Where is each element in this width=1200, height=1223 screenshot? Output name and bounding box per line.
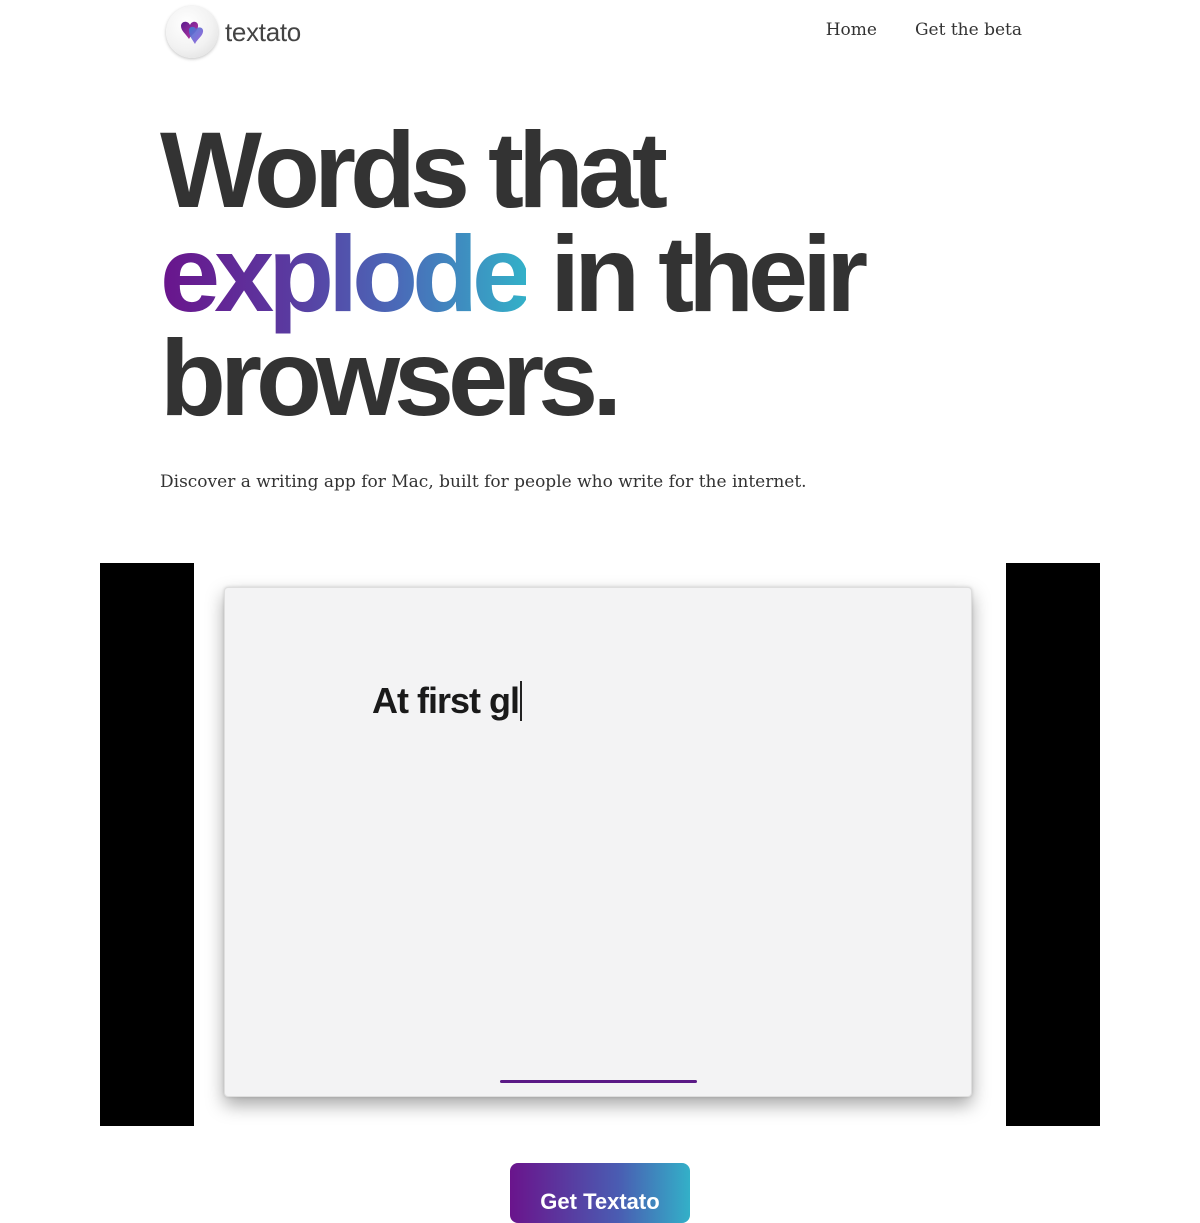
main-nav: Home Get the beta	[826, 20, 1022, 40]
demo-editor-text: At first gl	[372, 680, 522, 722]
nav-link-home[interactable]: Home	[826, 20, 877, 40]
site-header: textato Home Get the beta	[0, 0, 1200, 66]
brand-name: textato	[225, 16, 301, 47]
demo-typed-text: At first gl	[372, 680, 520, 721]
demo-video-frame: At first gl	[194, 563, 1006, 1126]
demo-app-window: At first gl	[224, 587, 972, 1097]
hero-subtitle: Discover a writing app for Mac, built fo…	[160, 472, 807, 492]
hero-title-line-2: explode in their	[160, 220, 1120, 328]
hero-title: Words that explode in their browsers.	[160, 109, 1120, 438]
demo-progress-bar	[500, 1080, 697, 1083]
text-caret	[520, 681, 522, 721]
demo-video[interactable]: At first gl	[100, 563, 1100, 1126]
nav-link-get-the-beta[interactable]: Get the beta	[915, 20, 1022, 40]
heart-logo-icon	[166, 6, 218, 58]
logo-link[interactable]: textato	[166, 6, 301, 58]
hero-title-line-3: browsers.	[160, 317, 622, 438]
hero-title-line-2-rest: in their	[526, 213, 868, 334]
get-textato-button[interactable]: Get Textato	[510, 1163, 690, 1223]
hero-title-line-1: Words that	[160, 109, 668, 230]
hero-title-accent-word: explode	[160, 213, 532, 334]
